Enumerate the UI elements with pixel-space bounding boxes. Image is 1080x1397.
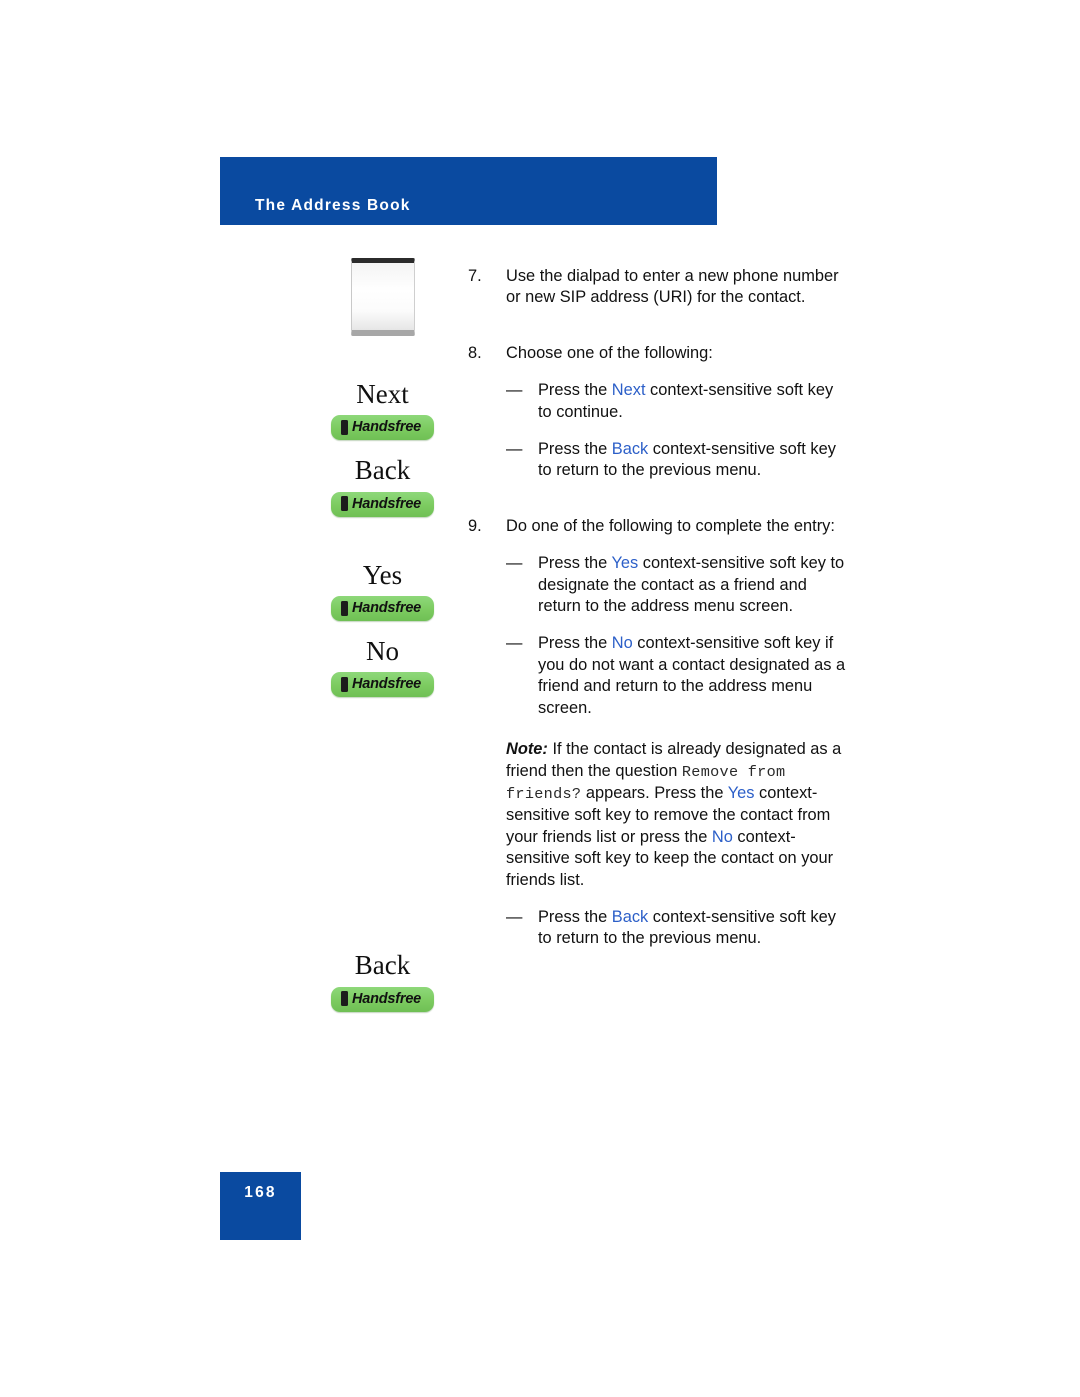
bullet-text-before: Press the [538, 381, 612, 400]
softkey-name-back: Back [611, 440, 649, 459]
step-9-text: Do one of the following to complete the … [506, 516, 835, 535]
bullet-dash-icon: — [506, 907, 523, 926]
back-key-graphic: Back Handsfree [300, 455, 465, 517]
no-key-graphic: No Handsfree [300, 636, 465, 698]
back-key-label: Back [354, 455, 411, 486]
bullet-dash-icon: — [506, 634, 523, 653]
page-header-banner: The Address Book [220, 157, 717, 225]
step-8: 8. Choose one of the following: [468, 343, 848, 364]
step-9: 9. Do one of the following to complete t… [468, 516, 848, 537]
step-7: 7. Use the dialpad to enter a new phone … [468, 266, 848, 309]
step-7-text: Use the dialpad to enter a new phone num… [506, 267, 839, 307]
page-number: 168 [244, 1184, 277, 1201]
led-indicator-icon [340, 600, 348, 616]
handsfree-button-no[interactable]: Handsfree [330, 672, 435, 698]
softkey-name-back-final: Back [611, 907, 649, 926]
softkey-name-yes-note: Yes [727, 783, 755, 802]
page-title: The Address Book [255, 197, 411, 214]
step-8-number: 8. [468, 343, 482, 362]
handsfree-label: Handsfree [351, 676, 422, 693]
dialpad-key-icon [350, 258, 415, 336]
handsfree-label: Handsfree [351, 419, 422, 436]
back-key-label-2: Back [354, 950, 411, 981]
handsfree-button-back-2[interactable]: Handsfree [330, 986, 435, 1012]
note-text-part2: appears. Press the [581, 783, 728, 802]
yes-key-graphic: Yes Handsfree [300, 559, 465, 622]
led-indicator-icon [340, 991, 348, 1007]
note-label: Note: [506, 740, 548, 759]
step-8-text: Choose one of the following: [506, 343, 713, 362]
softkey-name-no-note: No [711, 827, 733, 846]
note-block: Note: If the contact is already designat… [468, 739, 848, 891]
step-8-bullet-2: — Press the Back context-sensitive soft … [468, 439, 848, 482]
led-indicator-icon [340, 419, 348, 435]
led-indicator-icon [340, 676, 348, 692]
yes-key-label: Yes [362, 559, 403, 590]
bullet-dash-icon: — [506, 381, 523, 400]
softkey-name-no: No [611, 634, 633, 653]
handsfree-label: Handsfree [351, 495, 422, 512]
bullet-text-before: Press the [538, 554, 612, 573]
handsfree-button-back[interactable]: Handsfree [330, 491, 435, 517]
key-graphics-column: Next Handsfree Back Handsfree Yes Handsf… [300, 258, 465, 1012]
step-9-number: 9. [468, 516, 482, 535]
step-8-bullet-1: — Press the Next context-sensitive soft … [468, 380, 848, 423]
softkey-name-next: Next [611, 381, 646, 400]
handsfree-label: Handsfree [351, 990, 422, 1007]
next-key-label: Next [356, 379, 409, 409]
handsfree-label: Handsfree [351, 600, 422, 617]
dialpad-key-graphic [300, 258, 465, 336]
bullet-text-before: Press the [538, 907, 612, 926]
bullet-dash-icon: — [506, 554, 523, 573]
back-key-graphic-2: Back Handsfree [300, 950, 465, 1012]
final-bullet: — Press the Back context-sensitive soft … [468, 907, 848, 950]
step-9-bullet-1: — Press the Yes context-sensitive soft k… [468, 553, 848, 617]
no-key-label: No [366, 636, 399, 667]
step-7-number: 7. [468, 267, 482, 285]
note-text-part1: If the contact is already designated as … [506, 740, 842, 780]
bullet-text-before: Press the [538, 440, 612, 459]
handsfree-button-next[interactable]: Handsfree [330, 415, 435, 441]
step-9-bullet-2: — Press the No context-sensitive soft ke… [468, 633, 848, 719]
led-indicator-icon [340, 496, 348, 512]
instruction-body: 7. Use the dialpad to enter a new phone … [468, 266, 848, 950]
softkey-name-yes: Yes [611, 554, 639, 573]
bullet-dash-icon: — [506, 440, 523, 459]
page-number-block: 168 [220, 1172, 301, 1240]
next-key-graphic: Next Handsfree [300, 379, 465, 441]
handsfree-button-yes[interactable]: Handsfree [330, 596, 435, 622]
bullet-text-before: Press the [538, 634, 612, 653]
